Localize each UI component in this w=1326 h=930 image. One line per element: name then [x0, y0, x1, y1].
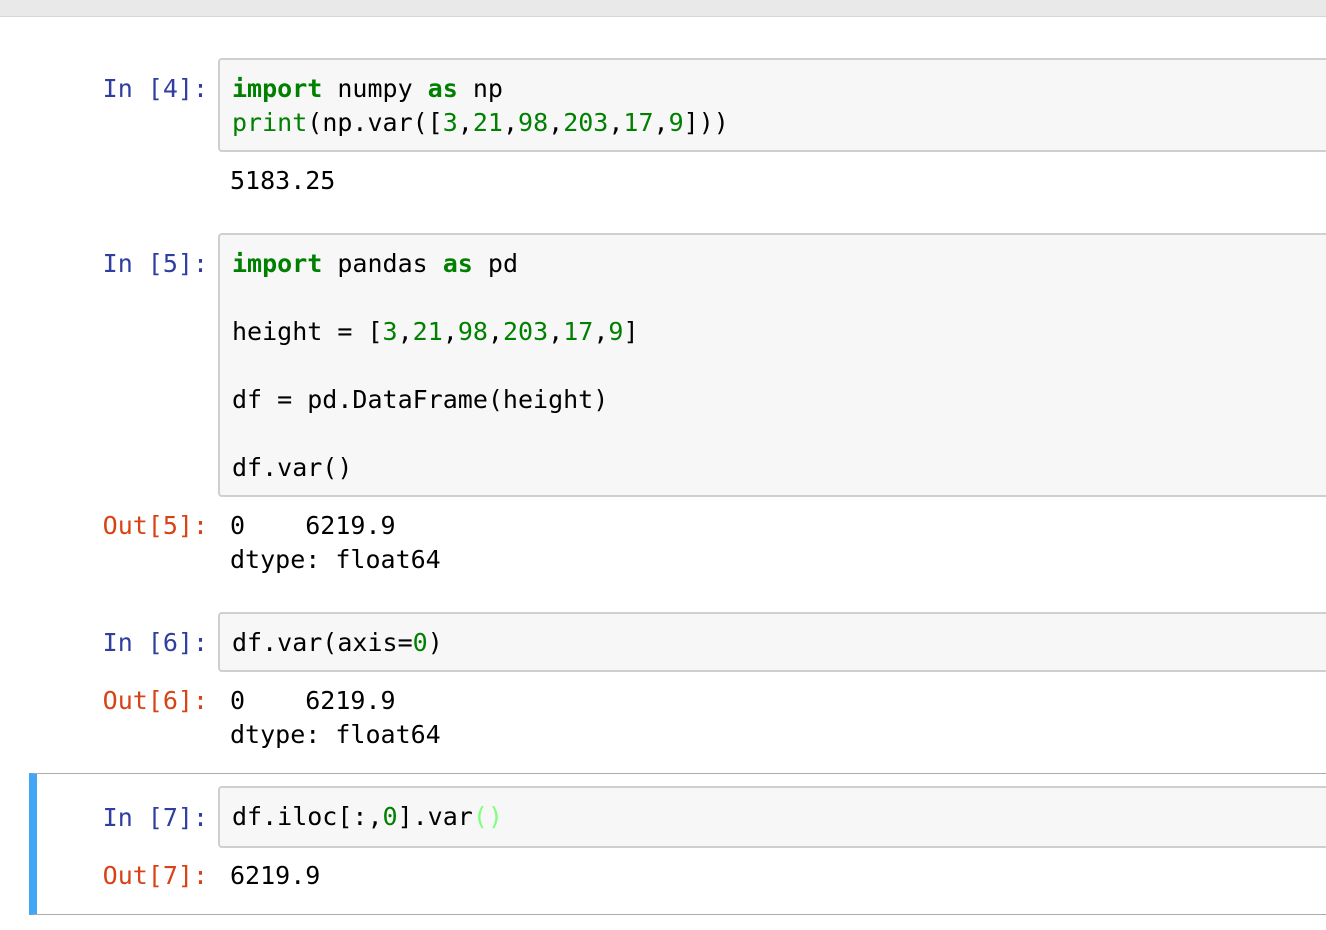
- code-text[interactable]: df.iloc[:,0].var(): [232, 800, 1324, 834]
- notebook-toolbar-edge: [0, 0, 1326, 17]
- output-line: dtype: float64: [230, 720, 441, 749]
- output-prompt: Out[7]:: [102, 861, 208, 890]
- execute-result: 6219.9: [230, 861, 321, 890]
- output-prompt: Out[5]:: [102, 511, 208, 540]
- stream-output: 5183.25: [230, 166, 336, 195]
- output-line: 0 6219.9: [230, 686, 396, 715]
- execute-result: 0 6219.9 dtype: float64: [230, 509, 441, 577]
- output-line: 0 6219.9: [230, 511, 396, 540]
- output-prompt: Out[6]:: [102, 686, 208, 715]
- input-prompt: In [4]:: [102, 74, 208, 103]
- input-prompt: In [6]:: [102, 628, 208, 657]
- input-prompt: In [5]:: [102, 249, 208, 278]
- code-editor[interactable]: import pandas as pd height = [3,21,98,20…: [218, 233, 1326, 497]
- code-editor[interactable]: df.iloc[:,0].var(): [218, 786, 1326, 848]
- code-text[interactable]: import pandas as pd height = [3,21,98,20…: [232, 247, 1324, 485]
- code-text[interactable]: df.var(axis=0): [232, 626, 1324, 660]
- code-editor[interactable]: df.var(axis=0): [218, 612, 1326, 672]
- output-line: dtype: float64: [230, 545, 441, 574]
- input-prompt: In [7]:: [102, 803, 208, 832]
- code-text[interactable]: import numpy as np print(np.var([3,21,98…: [232, 72, 1324, 140]
- code-editor[interactable]: import numpy as np print(np.var([3,21,98…: [218, 58, 1326, 152]
- execute-result: 0 6219.9 dtype: float64: [230, 684, 441, 752]
